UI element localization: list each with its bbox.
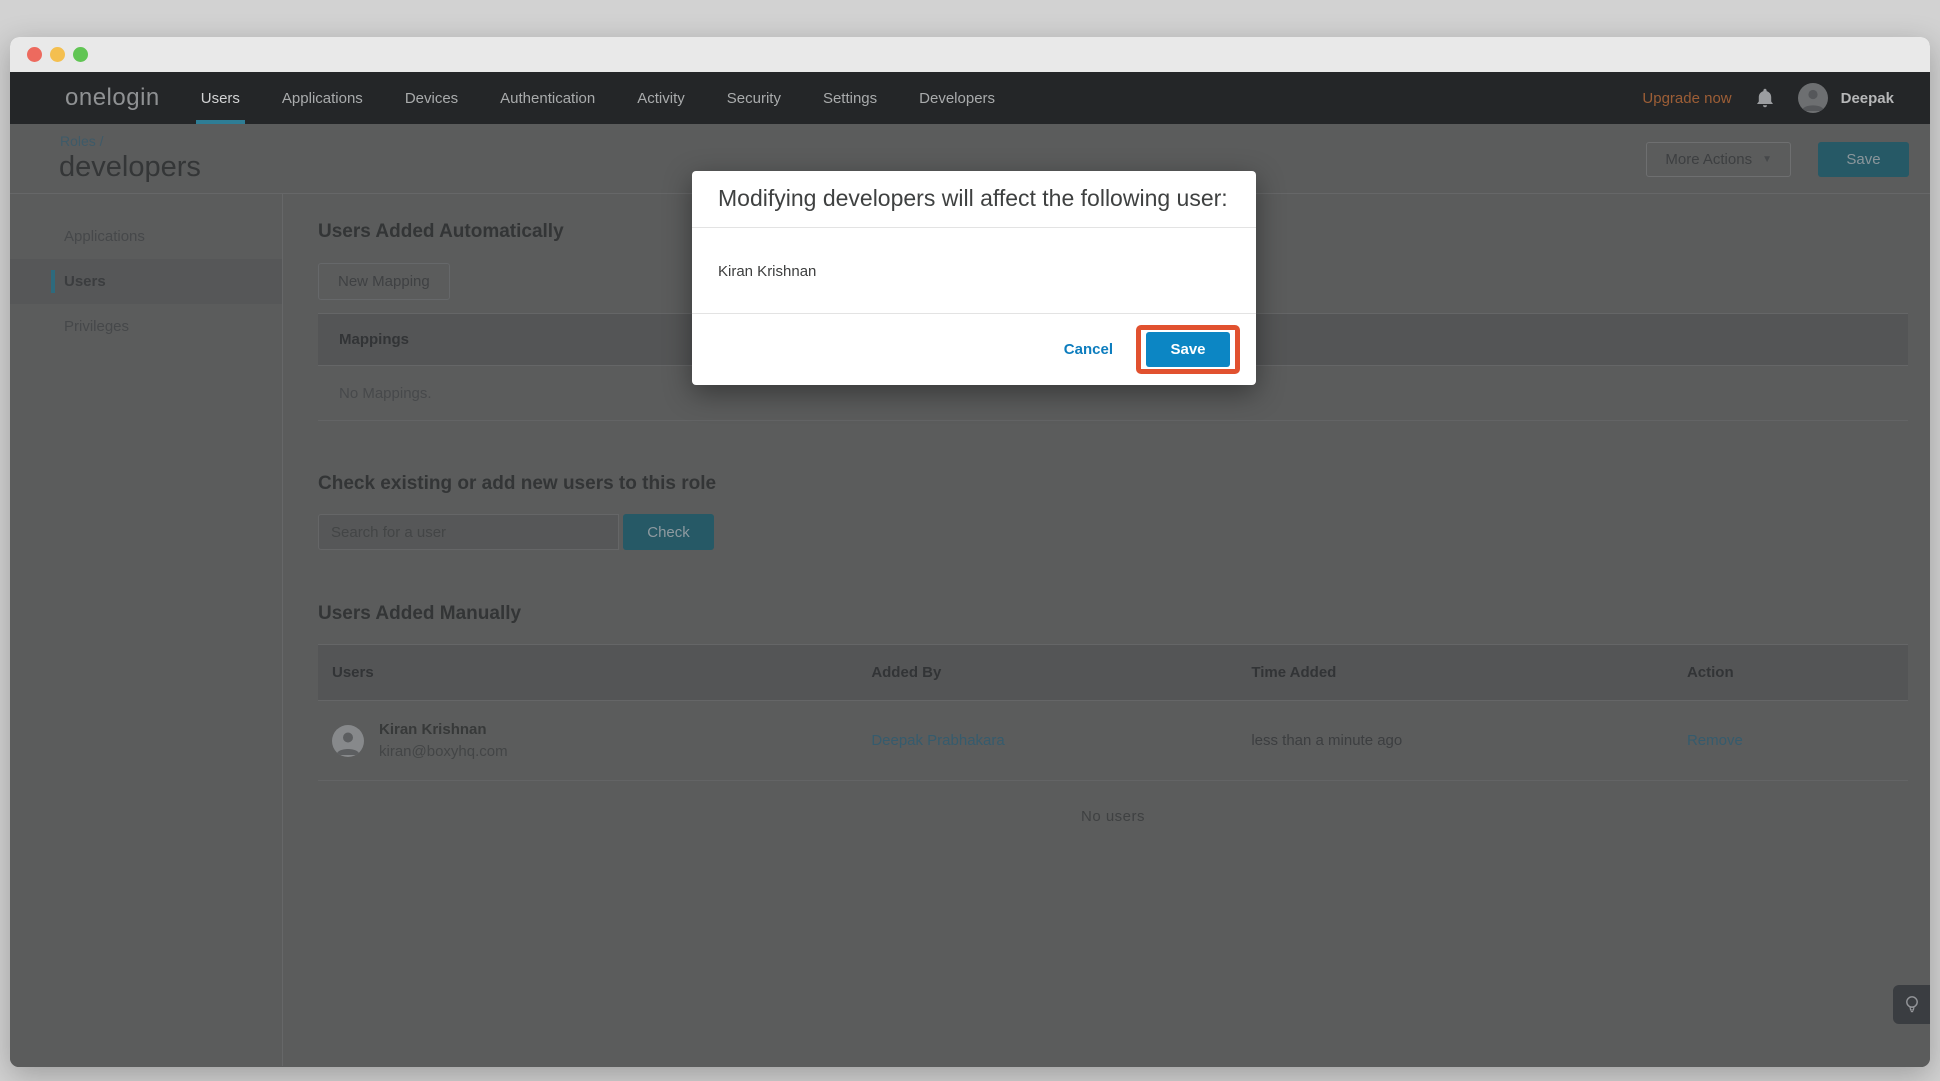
- no-users-text: No users: [318, 808, 1908, 825]
- search-user-input[interactable]: [318, 514, 619, 550]
- sidebar-item-applications[interactable]: Applications: [10, 214, 282, 259]
- minimize-window-button[interactable]: [50, 47, 65, 62]
- close-window-button[interactable]: [27, 47, 42, 62]
- users-table-header: Users Added By Time Added Action: [318, 645, 1908, 701]
- added-by-link[interactable]: Deepak Prabhakara: [871, 732, 1004, 749]
- page-title: developers: [59, 151, 201, 184]
- breadcrumb-roles-link[interactable]: Roles /: [60, 133, 104, 149]
- time-added-value: less than a minute ago: [1251, 732, 1687, 749]
- nav-menu: Users Applications Devices Authenticatio…: [180, 72, 1016, 124]
- new-mapping-button[interactable]: New Mapping: [318, 263, 450, 300]
- nav-item-settings[interactable]: Settings: [802, 72, 898, 124]
- role-sidebar: Applications Users Privileges: [10, 194, 283, 1066]
- nav-item-security[interactable]: Security: [706, 72, 802, 124]
- nav-item-authentication[interactable]: Authentication: [479, 72, 616, 124]
- save-highlight-annotation: Save: [1136, 325, 1240, 374]
- row-user-email: kiran@boxyhq.com: [379, 743, 508, 760]
- window-titlebar: [10, 37, 1930, 72]
- sidebar-item-privileges[interactable]: Privileges: [10, 304, 282, 349]
- sidebar-item-users[interactable]: Users: [10, 259, 282, 304]
- nav-item-activity[interactable]: Activity: [616, 72, 706, 124]
- modal-title: Modifying developers will affect the fol…: [692, 171, 1256, 228]
- more-actions-button[interactable]: More Actions ▼: [1646, 142, 1791, 177]
- nav-item-developers[interactable]: Developers: [898, 72, 1016, 124]
- confirm-modal: Modifying developers will affect the fol…: [692, 171, 1256, 385]
- modal-affected-user: Kiran Krishnan: [692, 228, 1256, 314]
- notifications-bell-icon[interactable]: [1756, 88, 1774, 108]
- users-table: Users Added By Time Added Action: [318, 644, 1908, 781]
- user-name-label: Deepak: [1841, 90, 1894, 107]
- nav-item-devices[interactable]: Devices: [384, 72, 479, 124]
- nav-item-users[interactable]: Users: [180, 72, 261, 124]
- row-user-avatar: [332, 725, 364, 757]
- nav-item-applications[interactable]: Applications: [261, 72, 384, 124]
- modal-cancel-button[interactable]: Cancel: [1064, 341, 1113, 358]
- check-button[interactable]: Check: [623, 514, 714, 550]
- zoom-window-button[interactable]: [73, 47, 88, 62]
- modal-footer: Cancel Save: [692, 314, 1256, 385]
- row-user-name: Kiran Krishnan: [379, 721, 508, 738]
- chevron-down-icon: ▼: [1762, 154, 1772, 165]
- modal-save-button[interactable]: Save: [1146, 332, 1230, 367]
- onelogin-logo: onelogin: [65, 84, 160, 112]
- check-users-heading: Check existing or add new users to this …: [318, 473, 1908, 495]
- users-added-manually-heading: Users Added Manually: [318, 603, 1908, 625]
- lightbulb-icon: [1905, 995, 1919, 1015]
- help-lightbulb-widget[interactable]: [1893, 985, 1930, 1024]
- account-menu[interactable]: Deepak: [1798, 83, 1894, 113]
- top-navbar: onelogin Users Applications Devices Auth…: [10, 72, 1930, 124]
- table-row: Kiran Krishnan kiran@boxyhq.com Deepak P…: [318, 701, 1908, 781]
- role-save-button[interactable]: Save: [1818, 142, 1909, 177]
- upgrade-now-link[interactable]: Upgrade now: [1642, 90, 1731, 107]
- remove-user-link[interactable]: Remove: [1687, 732, 1743, 749]
- user-avatar: [1798, 83, 1828, 113]
